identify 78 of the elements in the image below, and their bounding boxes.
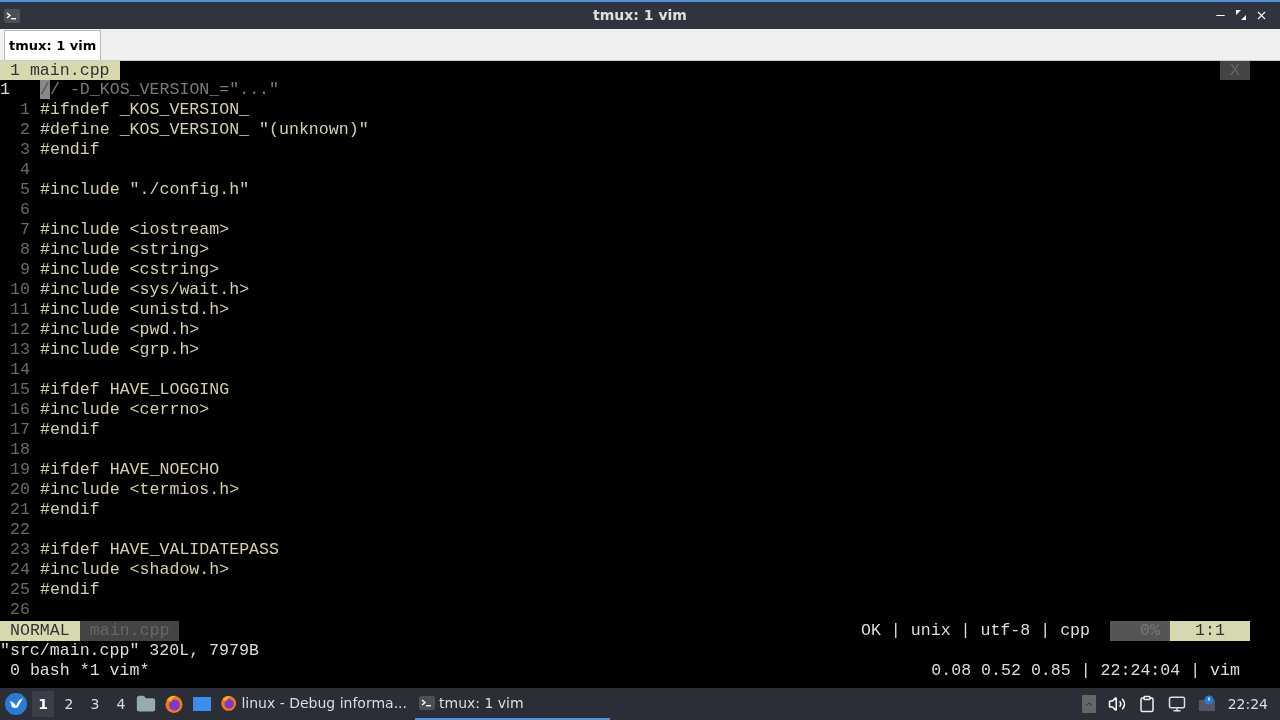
line-number: 6 bbox=[19, 200, 31, 220]
workspace-button[interactable]: 2 bbox=[58, 691, 80, 717]
code-line: #include <termios.h> bbox=[40, 480, 240, 500]
line-number: 2 bbox=[19, 120, 31, 140]
code-line: #include <shadow.h> bbox=[40, 560, 230, 580]
line-number: 12 bbox=[9, 320, 31, 340]
code-line: #endif bbox=[40, 140, 100, 160]
notification-icon[interactable] bbox=[1197, 695, 1216, 713]
chevron-up-icon bbox=[1083, 699, 1094, 709]
line-number: 26 bbox=[9, 600, 31, 620]
clipboard-icon[interactable] bbox=[1137, 695, 1156, 713]
code-line: #include "./config.h" bbox=[40, 180, 250, 200]
line-number: 13 bbox=[9, 340, 31, 360]
volume-icon[interactable] bbox=[1107, 695, 1126, 713]
vim-tab[interactable]: 1 main.cpp bbox=[0, 61, 120, 80]
task-button[interactable]: tmux: 1 vim bbox=[415, 688, 610, 720]
line-number: 7 bbox=[19, 220, 31, 240]
line-number: 9 bbox=[19, 260, 31, 280]
line-number: 15 bbox=[9, 380, 31, 400]
workspace-button[interactable]: 3 bbox=[84, 691, 106, 717]
browser-icon bbox=[164, 694, 184, 714]
mode-indicator: NORMAL bbox=[0, 621, 80, 641]
line-number: 20 bbox=[9, 480, 31, 500]
code-line: // -D_KOS_VERSION_="..." bbox=[40, 80, 279, 100]
workspace-button[interactable]: 1 bbox=[32, 691, 54, 717]
code-line: #endif bbox=[40, 420, 100, 440]
file-info: OK | unix | utf-8 | cpp bbox=[860, 621, 1091, 641]
line-number: 11 bbox=[9, 300, 31, 320]
cursor-position: 1:1 bbox=[1170, 621, 1250, 641]
line-number: 5 bbox=[19, 180, 31, 200]
line-number: 4 bbox=[19, 160, 31, 180]
line-number: 14 bbox=[9, 360, 31, 380]
browser-icon bbox=[220, 693, 238, 713]
command-line: "src/main.cpp" 320L, 7979B bbox=[0, 641, 260, 661]
code-line: #include <grp.h> bbox=[40, 340, 200, 360]
maximize-icon[interactable] bbox=[1235, 9, 1247, 21]
line-number: 1 bbox=[19, 100, 31, 120]
terminal-icon bbox=[4, 7, 20, 24]
tmux-windows: 0 bash *1 vim* bbox=[0, 661, 150, 681]
line-number: 17 bbox=[9, 420, 31, 440]
tray-expand[interactable] bbox=[1081, 695, 1096, 713]
code-line: #include <iostream> bbox=[40, 220, 230, 240]
line-number: 24 bbox=[9, 560, 31, 580]
code-line: #ifdef HAVE_LOGGING bbox=[40, 380, 230, 400]
task-button[interactable]: linux - Debug informa... bbox=[216, 688, 411, 720]
line-number: 18 bbox=[9, 440, 31, 460]
code-line: #include <sys/wait.h> bbox=[40, 280, 250, 300]
terminal-icon bbox=[419, 695, 435, 711]
code-line: #include <pwd.h> bbox=[40, 320, 200, 340]
line-number: 3 bbox=[19, 140, 31, 160]
code-line: #endif bbox=[40, 580, 100, 600]
code-line: #include <string> bbox=[40, 240, 210, 260]
code-line: #include <cerrno> bbox=[40, 400, 210, 420]
terminal-tab[interactable]: tmux: 1 vim bbox=[4, 30, 102, 60]
tmux-status-right: 0.08 0.52 0.85 | 22:24:04 | vim bbox=[931, 661, 1241, 681]
code-line: #ifdef HAVE_NOECHO bbox=[40, 460, 220, 480]
desktop-icon[interactable] bbox=[192, 694, 212, 714]
code-line: #include <cstring> bbox=[40, 260, 220, 280]
bird-icon[interactable] bbox=[4, 692, 28, 716]
code-line: #ifndef _KOS_VERSION_ bbox=[40, 100, 250, 120]
window-title: tmux: 1 vim bbox=[593, 6, 687, 25]
line-number: 19 bbox=[9, 460, 31, 480]
code-line: #define _KOS_VERSION_ "(unknown)" bbox=[40, 120, 369, 140]
close-icon[interactable] bbox=[1255, 9, 1268, 22]
line-number: 25 bbox=[9, 580, 31, 600]
line-number: 8 bbox=[19, 240, 31, 260]
line-number: 21 bbox=[9, 500, 31, 520]
code-line: #ifdef HAVE_VALIDATEPASS bbox=[40, 540, 279, 560]
line-number: 1 bbox=[0, 80, 11, 100]
code-line: #include <unistd.h> bbox=[40, 300, 230, 320]
code-line: #endif bbox=[40, 500, 100, 520]
folder-icon[interactable] bbox=[136, 694, 156, 714]
line-number: 22 bbox=[9, 520, 31, 540]
line-number: 23 bbox=[9, 540, 31, 560]
line-number: 10 bbox=[9, 280, 31, 300]
line-number: 16 bbox=[9, 400, 31, 420]
clock: 22:24 bbox=[1227, 694, 1268, 714]
workspace-button[interactable]: 4 bbox=[110, 691, 132, 717]
